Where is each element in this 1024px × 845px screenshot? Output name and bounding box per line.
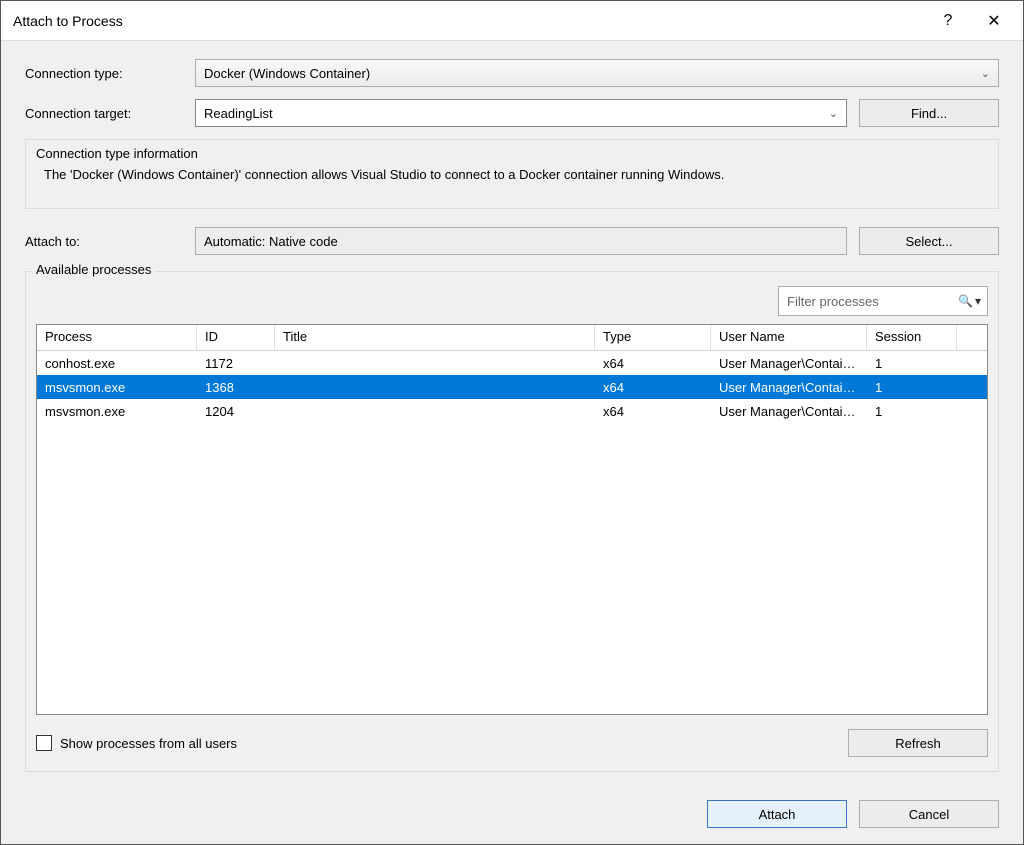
- available-processes-group: Available processes Filter processes 🔍 ▾…: [25, 271, 999, 772]
- connection-type-dropdown[interactable]: Docker (Windows Container) ⌄: [195, 59, 999, 87]
- connection-type-label: Connection type:: [25, 66, 195, 81]
- connection-info-body: The 'Docker (Windows Container)' connect…: [36, 167, 988, 182]
- dropdown-split-icon: ▾: [975, 294, 981, 308]
- available-processes-legend: Available processes: [32, 262, 155, 277]
- titlebar: Attach to Process ? ✕: [1, 1, 1023, 41]
- close-icon: ✕: [987, 11, 1000, 31]
- connection-target-input[interactable]: ReadingList ⌄: [195, 99, 847, 127]
- help-icon: ?: [944, 12, 953, 30]
- table-row[interactable]: msvsmon.exe1368 x64User Manager\Contai…1: [37, 375, 987, 399]
- cell-user: User Manager\Contai…: [711, 402, 867, 421]
- connection-type-value: Docker (Windows Container): [204, 66, 370, 81]
- cancel-button[interactable]: Cancel: [859, 800, 999, 828]
- select-button[interactable]: Select...: [859, 227, 999, 255]
- cell-session: 1: [867, 402, 957, 421]
- attach-button[interactable]: Attach: [707, 800, 847, 828]
- connection-info-group: Connection type information The 'Docker …: [25, 139, 999, 209]
- attach-to-value-box: Automatic: Native code: [195, 227, 847, 255]
- attach-to-value: Automatic: Native code: [204, 234, 338, 249]
- cell-user: User Manager\Contai…: [711, 378, 867, 397]
- cell-user: User Manager\Contai…: [711, 354, 867, 373]
- col-header-id[interactable]: ID: [197, 325, 275, 350]
- dialog-button-row: Attach Cancel: [25, 800, 999, 828]
- help-button[interactable]: ?: [925, 1, 971, 41]
- attach-to-process-dialog: Attach to Process ? ✕ Connection type: D…: [0, 0, 1024, 845]
- cell-process: msvsmon.exe: [37, 378, 197, 397]
- show-all-users-checkbox[interactable]: [36, 735, 52, 751]
- col-header-session[interactable]: Session: [867, 325, 957, 350]
- find-button[interactable]: Find...: [859, 99, 999, 127]
- filter-placeholder: Filter processes: [787, 294, 879, 309]
- refresh-button[interactable]: Refresh: [848, 729, 988, 757]
- cell-session: 1: [867, 354, 957, 373]
- cell-id: 1172: [197, 354, 275, 373]
- cell-title: [275, 385, 595, 389]
- cell-process: msvsmon.exe: [37, 402, 197, 421]
- process-table: Process ID Title Type User Name Session …: [36, 324, 988, 715]
- dialog-content: Connection type: Docker (Windows Contain…: [1, 41, 1023, 844]
- table-header-row: Process ID Title Type User Name Session: [37, 325, 987, 351]
- table-row[interactable]: conhost.exe1172 x64User Manager\Contai…1: [37, 351, 987, 375]
- connection-target-label: Connection target:: [25, 106, 195, 121]
- search-icon: 🔍: [958, 294, 973, 308]
- close-button[interactable]: ✕: [971, 1, 1017, 41]
- connection-info-title: Connection type information: [36, 146, 988, 161]
- cell-type: x64: [595, 402, 711, 421]
- col-header-type[interactable]: Type: [595, 325, 711, 350]
- cell-id: 1368: [197, 378, 275, 397]
- filter-processes-input[interactable]: Filter processes 🔍 ▾: [778, 286, 988, 316]
- cell-session: 1: [867, 378, 957, 397]
- window-title: Attach to Process: [13, 13, 925, 29]
- cell-title: [275, 409, 595, 413]
- table-body: conhost.exe1172x64User Manager\Contai…1m…: [37, 351, 987, 714]
- cell-type: x64: [595, 354, 711, 373]
- attach-to-label: Attach to:: [25, 234, 195, 249]
- col-header-process[interactable]: Process: [37, 325, 197, 350]
- show-all-users-label: Show processes from all users: [60, 736, 237, 751]
- cell-type: x64: [595, 378, 711, 397]
- cell-id: 1204: [197, 402, 275, 421]
- chevron-down-icon: ⌄: [981, 67, 990, 80]
- cell-title: [275, 361, 595, 365]
- col-header-user[interactable]: User Name: [711, 325, 867, 350]
- connection-target-value: ReadingList: [204, 106, 273, 121]
- col-header-title[interactable]: Title: [275, 325, 595, 350]
- chevron-down-icon: ⌄: [829, 107, 838, 120]
- table-row[interactable]: msvsmon.exe1204 x64User Manager\Contai…1: [37, 399, 987, 423]
- cell-process: conhost.exe: [37, 354, 197, 373]
